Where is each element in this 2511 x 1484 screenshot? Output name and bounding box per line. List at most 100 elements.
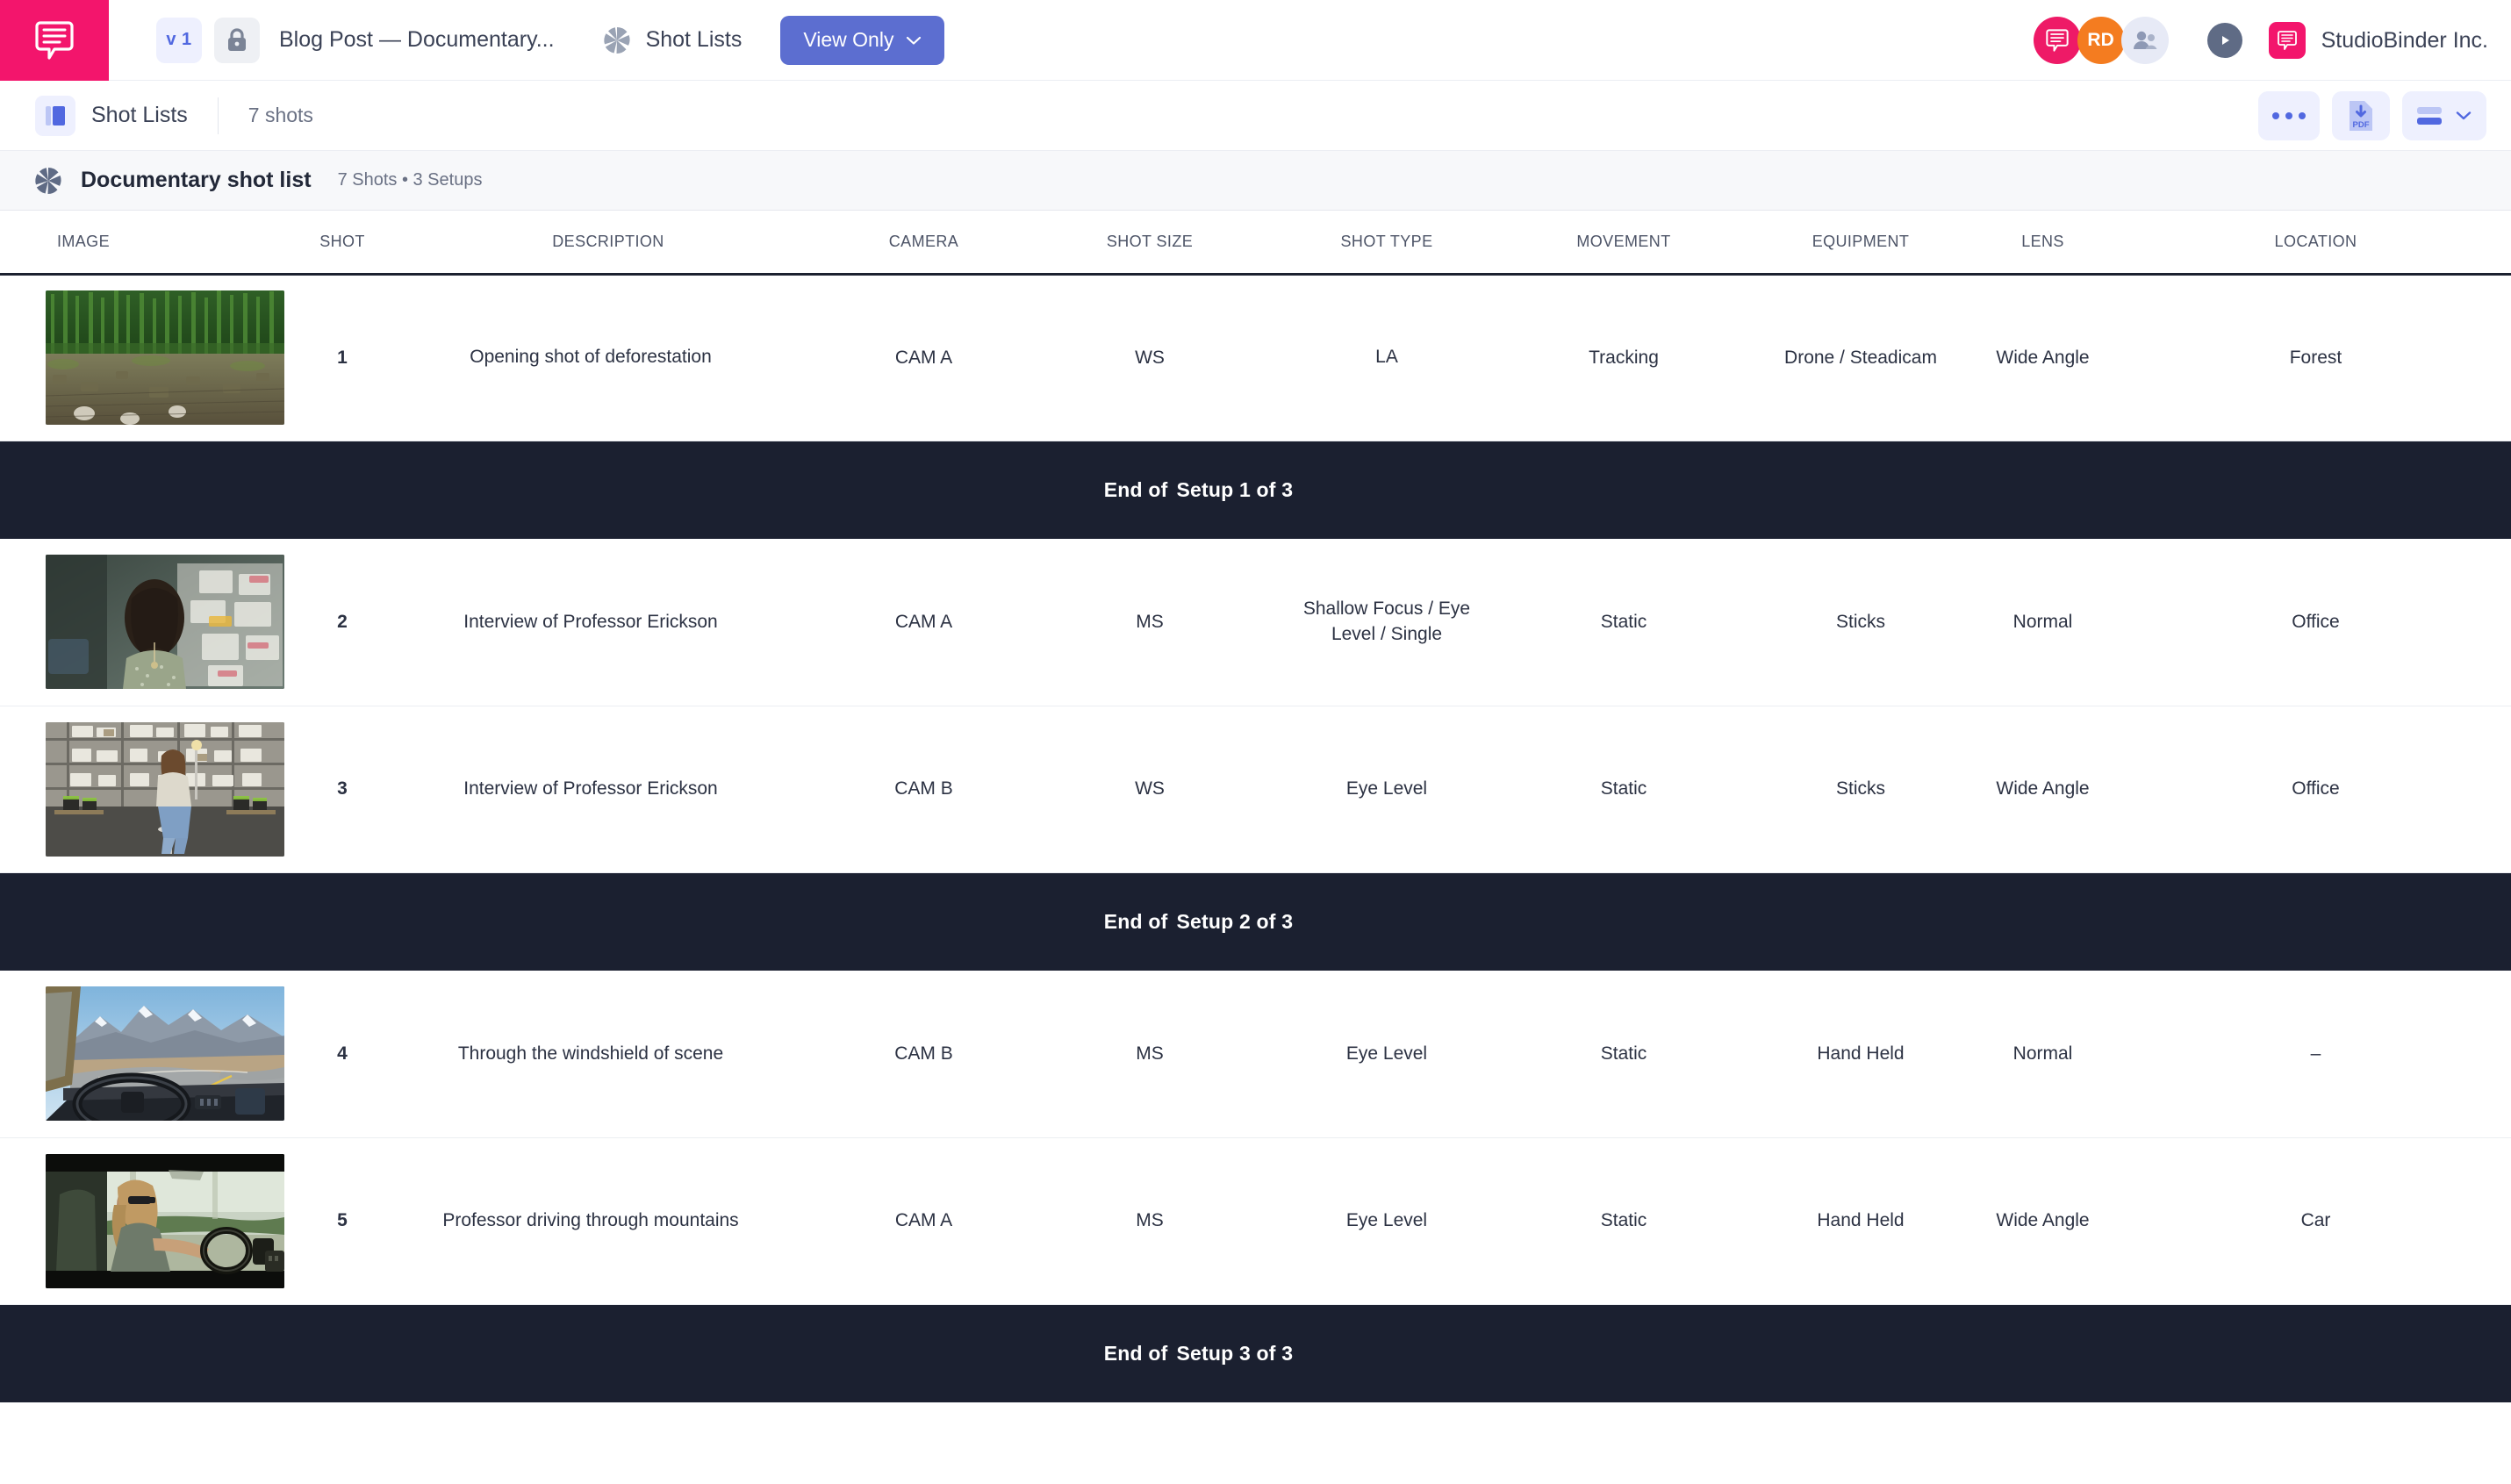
nav-shot-lists[interactable]: Shot Lists (602, 25, 742, 55)
description-cell[interactable]: Interview of Professor Erickson (386, 539, 816, 706)
shot-size-cell[interactable]: WS (1031, 274, 1268, 441)
movement-cell[interactable]: Tracking (1505, 274, 1742, 441)
shot-number-cell[interactable]: 4 (298, 971, 386, 1138)
sub-bar: Shot Lists 7 shots PDF (0, 81, 2511, 151)
shot-type-cell[interactable]: Shallow Focus / Eye Level / Single (1268, 539, 1505, 706)
column-header-shot[interactable]: SHOT (298, 211, 386, 276)
shot-type-cell[interactable]: Eye Level (1268, 1137, 1505, 1305)
studiobinder-logo[interactable] (0, 0, 109, 81)
more-options-button[interactable] (2258, 90, 2320, 140)
table-row[interactable]: 1 Opening shot of deforestation CAM A WS LA T… (0, 274, 2511, 441)
setup-label: Setup 1 of 3 (1176, 477, 1294, 501)
location-cell[interactable]: Office (2106, 706, 2511, 873)
forest-clearcut-thumbnail[interactable] (46, 290, 284, 425)
equipment-cell[interactable]: Hand Held (1742, 971, 1979, 1138)
shot-thumbnail-cell[interactable] (0, 971, 298, 1138)
column-header-location[interactable]: LOCATION (2106, 211, 2511, 276)
shot-thumbnail-cell[interactable] (0, 539, 298, 706)
shot-thumbnail-cell[interactable] (0, 706, 298, 873)
description-cell[interactable]: Opening shot of deforestation (386, 274, 816, 441)
shot-type-cell[interactable]: LA (1268, 274, 1505, 441)
aperture-icon (35, 167, 61, 194)
table-row[interactable]: 3 Interview of Professor Erickson CAM B WS E… (0, 706, 2511, 873)
lens-cell[interactable]: Wide Angle (1979, 274, 2106, 441)
pdf-download-icon: PDF (2350, 100, 2372, 131)
speech-bubble-avatar-icon (2045, 29, 2069, 52)
description-cell[interactable]: Interview of Professor Erickson (386, 706, 816, 873)
description-cell[interactable]: Through the windshield of scene (386, 971, 816, 1138)
column-header-shot-size[interactable]: SHOT SIZE (1031, 211, 1268, 276)
table-row[interactable]: 2 Interview of Professor Erickson CAM A MS S… (0, 539, 2511, 706)
equipment-cell[interactable]: Drone / Steadicam (1742, 274, 1979, 441)
shot-number-cell[interactable]: 2 (298, 539, 386, 706)
camera-cell[interactable]: CAM A (816, 539, 1031, 706)
column-header-camera[interactable]: CAMERA (816, 211, 1031, 276)
location-cell[interactable]: Forest (2106, 274, 2511, 441)
lens-cell[interactable]: Wide Angle (1979, 706, 2106, 873)
interview-woman-warehouse-thumbnail[interactable] (46, 555, 284, 690)
camera-cell[interactable]: CAM B (816, 971, 1031, 1138)
camera-cell[interactable]: CAM A (816, 1137, 1031, 1305)
shot-size-cell[interactable]: MS (1031, 971, 1268, 1138)
aperture-icon (603, 26, 630, 54)
column-header-lens[interactable]: LENS (1979, 211, 2106, 276)
play-button[interactable] (2206, 23, 2242, 58)
equipment-cell[interactable]: Sticks (1742, 539, 1979, 706)
team-avatar[interactable] (2120, 17, 2169, 64)
topbar-right-group: RD StudioBinder Inc. (2033, 0, 2488, 81)
movement-cell[interactable]: Static (1505, 539, 1742, 706)
windshield-mountain-road-thumbnail[interactable] (46, 986, 284, 1122)
shot-size-cell[interactable]: WS (1031, 706, 1268, 873)
woman-driving-car-thumbnail[interactable] (46, 1153, 284, 1288)
column-header-description[interactable]: DESCRIPTION (386, 211, 816, 276)
export-pdf-button[interactable]: PDF (2332, 90, 2390, 140)
version-chip[interactable]: v 1 (156, 17, 202, 63)
table-row[interactable]: 5 Professor driving through mountains CAM … (0, 1137, 2511, 1305)
document-title[interactable]: Blog Post — Documentary... (279, 27, 555, 53)
movement-cell[interactable]: Static (1505, 706, 1742, 873)
camera-cell[interactable]: CAM A (816, 274, 1031, 441)
lens-cell[interactable]: Normal (1979, 539, 2106, 706)
lens-cell[interactable]: Wide Angle (1979, 1137, 2106, 1305)
speech-bubble-company-icon (2277, 31, 2297, 50)
setup-divider-label: End of Setup 1 of 3 (0, 441, 2511, 539)
table-row[interactable]: 4 Through the windshield of scene CAM B MS E… (0, 971, 2511, 1138)
column-header-movement[interactable]: MOVEMENT (1505, 211, 1742, 276)
shot-count: 7 shots (248, 104, 313, 126)
panel-layout-icon (46, 105, 65, 125)
shot-thumbnail-cell[interactable] (0, 1137, 298, 1305)
lock-icon[interactable] (214, 17, 260, 63)
shot-number-cell[interactable]: 5 (298, 1137, 386, 1305)
shot-type-cell[interactable]: Eye Level (1268, 706, 1505, 873)
equipment-cell[interactable]: Sticks (1742, 706, 1979, 873)
shot-type-cell[interactable]: Eye Level (1268, 971, 1505, 1138)
lens-cell[interactable]: Normal (1979, 971, 2106, 1138)
shot-thumbnail-cell[interactable] (0, 274, 298, 441)
company-logo[interactable] (2268, 22, 2306, 59)
shot-number-cell[interactable]: 1 (298, 274, 386, 441)
speech-bubble-logo-icon (35, 20, 74, 60)
equipment-cell[interactable]: Hand Held (1742, 1137, 1979, 1305)
location-cell[interactable]: – (2106, 971, 2511, 1138)
shot-size-cell[interactable]: MS (1031, 1137, 1268, 1305)
location-cell[interactable]: Office (2106, 539, 2511, 706)
woman-on-stool-warehouse-thumbnail[interactable] (46, 721, 284, 857)
layout-options-button[interactable] (2402, 90, 2486, 140)
view-only-button[interactable]: View Only (780, 15, 945, 65)
movement-cell[interactable]: Static (1505, 1137, 1742, 1305)
studiobinder-avatar[interactable] (2033, 17, 2081, 64)
movement-cell[interactable]: Static (1505, 971, 1742, 1138)
camera-cell[interactable]: CAM B (816, 706, 1031, 873)
shot-size-cell[interactable]: MS (1031, 539, 1268, 706)
setup-divider-label: End of Setup 2 of 3 (0, 872, 2511, 971)
lock-glyph (228, 27, 246, 51)
column-header-equipment[interactable]: EQUIPMENT (1742, 211, 1979, 276)
shot-lists-panel-icon[interactable] (35, 95, 75, 136)
column-header-shot-type[interactable]: SHOT TYPE (1268, 211, 1505, 276)
description-cell[interactable]: Professor driving through mountains (386, 1137, 816, 1305)
location-cell[interactable]: Car (2106, 1137, 2511, 1305)
shot-number-cell[interactable]: 3 (298, 706, 386, 873)
sub-bar-title: Shot Lists (91, 103, 188, 127)
column-header-image[interactable]: IMAGE (0, 211, 298, 276)
user-avatar-rd[interactable]: RD (2077, 17, 2125, 64)
